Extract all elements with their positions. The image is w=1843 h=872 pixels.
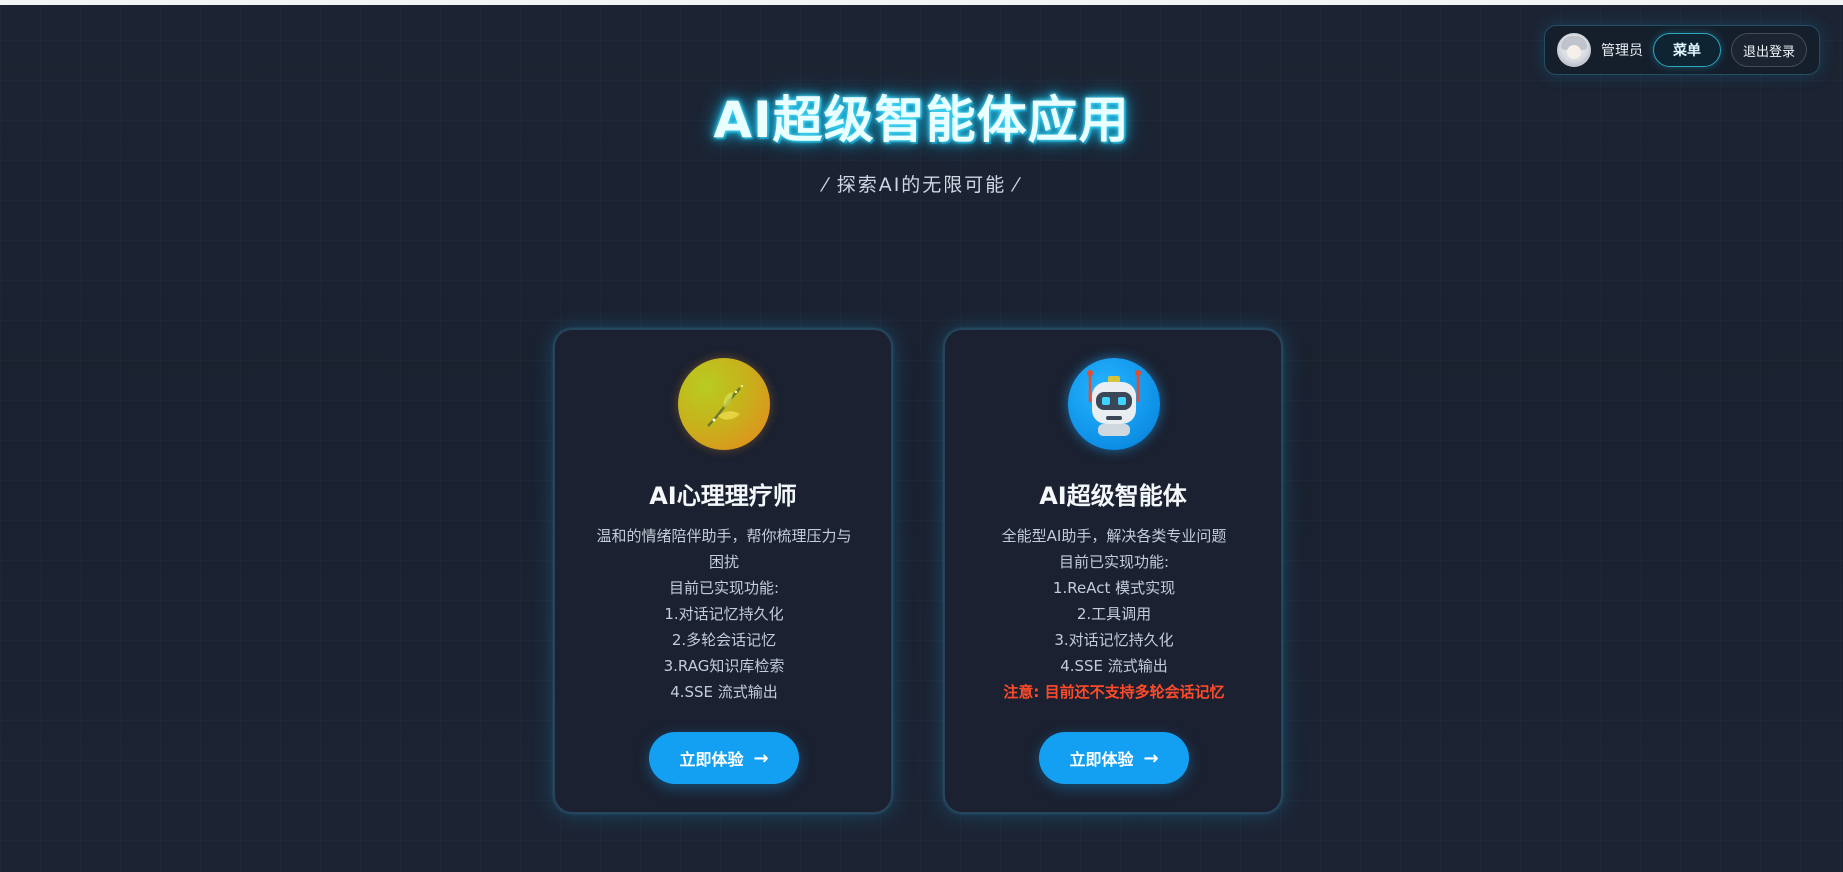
- desc-line: 目前已实现功能:: [1058, 553, 1170, 571]
- page: 管理员 菜单 退出登录 AI超级智能体应用 ⁄ 探索AI的无限可能 ⁄ AI心理…: [0, 0, 1843, 872]
- user-avatar[interactable]: [1557, 33, 1591, 67]
- desc-line: 2.多轮会话记忆: [671, 631, 777, 649]
- desc-line: 1.ReAct 模式实现: [1052, 579, 1176, 597]
- desc-line: 全能型AI助手，解决各类专业问题: [1001, 527, 1227, 545]
- desc-line: 3.对话记忆持久化: [1054, 631, 1174, 649]
- user-bar: 管理员 菜单 退出登录: [1544, 25, 1820, 75]
- card-title: AI超级智能体: [1039, 482, 1187, 510]
- page-subtitle: ⁄ 探索AI的无限可能 ⁄: [823, 174, 1020, 196]
- desc-line: 4.SSE 流式输出: [670, 683, 778, 701]
- desc-line: 4.SSE 流式输出: [1060, 657, 1168, 675]
- card-title: AI心理理疗师: [649, 482, 797, 510]
- arrow-right-icon: →: [1143, 747, 1159, 769]
- page-title: AI超级智能体应用: [713, 91, 1130, 149]
- desc-line: 温和的情绪陪伴助手，帮你梳理压力与: [596, 527, 852, 545]
- desc-line: 1.对话记忆持久化: [664, 605, 784, 623]
- card-description: 温和的情绪陪伴助手，帮你梳理压力与 困扰 目前已实现功能: 1.对话记忆持久化 …: [583, 523, 865, 705]
- robot-icon: [1068, 358, 1160, 450]
- top-border: [0, 0, 1843, 5]
- robot-icon-graphic: [1087, 370, 1141, 436]
- cta-label: 立即体验: [679, 750, 744, 769]
- arrow-right-icon: →: [753, 747, 769, 769]
- try-now-button[interactable]: 立即体验 →: [1039, 732, 1189, 784]
- desc-line: 目前已实现功能:: [668, 579, 780, 597]
- warning-note: 注意: 目前还不支持多轮会话记忆: [1003, 683, 1225, 701]
- card-description: 全能型AI助手，解决各类专业问题 目前已实现功能: 1.ReAct 模式实现 2…: [973, 523, 1255, 705]
- leaf-icon: [678, 358, 770, 450]
- card-super-agent: AI超级智能体 全能型AI助手，解决各类专业问题 目前已实现功能: 1.ReAc…: [944, 329, 1282, 813]
- cta-label: 立即体验: [1069, 750, 1134, 769]
- user-name: 管理员: [1601, 43, 1643, 59]
- try-now-button[interactable]: 立即体验 →: [649, 732, 799, 784]
- desc-line: 3.RAG知识库检索: [663, 657, 785, 675]
- desc-line: 困扰: [708, 553, 739, 571]
- avatar-face: [1567, 45, 1581, 59]
- menu-button[interactable]: 菜单: [1653, 33, 1721, 67]
- leaf-icon-graphic: [707, 385, 743, 427]
- logout-button[interactable]: 退出登录: [1731, 33, 1807, 67]
- card-psychotherapist: AI心理理疗师 温和的情绪陪伴助手，帮你梳理压力与 困扰 目前已实现功能: 1.…: [554, 329, 892, 813]
- desc-line: 2.工具调用: [1076, 605, 1152, 623]
